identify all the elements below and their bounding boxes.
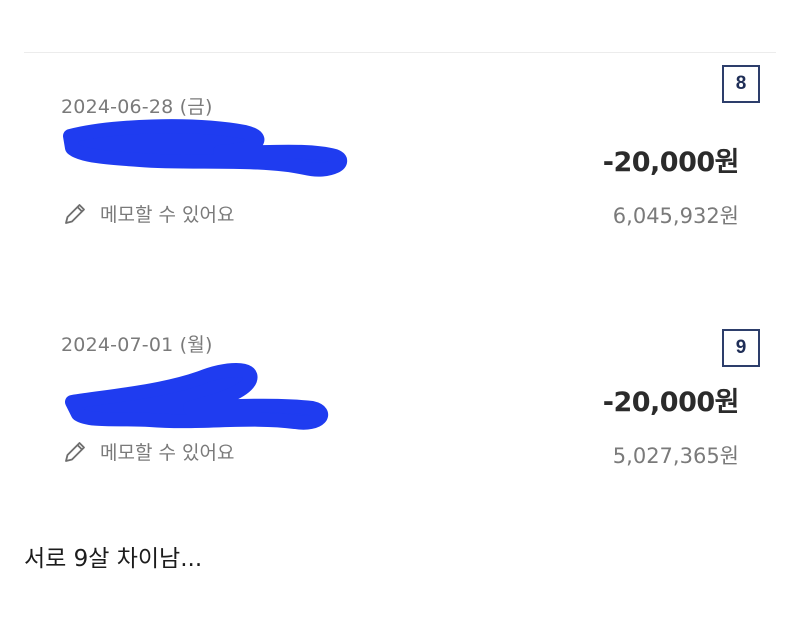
post-caption: 서로 9살 차이남... bbox=[24, 546, 203, 572]
transaction-history-screen: 2024-06-28 (금) -20,000원 메모할 수 있어요 6,045,… bbox=[0, 0, 800, 628]
memo-button[interactable]: 메모할 수 있어요 bbox=[62, 438, 234, 465]
transaction-item[interactable]: 2024-06-28 (금) -20,000원 메모할 수 있어요 6,045,… bbox=[40, 58, 760, 258]
transaction-date: 2024-07-01 (월) bbox=[61, 334, 213, 356]
memo-button[interactable]: 메모할 수 있어요 bbox=[62, 200, 234, 227]
memo-placeholder: 메모할 수 있어요 bbox=[100, 204, 235, 226]
pencil-icon bbox=[65, 441, 85, 462]
memo-placeholder: 메모할 수 있어요 bbox=[100, 442, 235, 464]
pencil-icon bbox=[65, 203, 85, 224]
transaction-amount: -20,000원 bbox=[602, 387, 740, 418]
transaction-date: 2024-06-28 (금) bbox=[61, 96, 213, 118]
transaction-balance: 5,027,365원 bbox=[612, 444, 739, 468]
transaction-balance: 6,045,932원 bbox=[612, 204, 739, 228]
index-badge: 9 bbox=[722, 329, 760, 367]
redacted-name-scribble bbox=[65, 363, 329, 430]
transaction-item[interactable]: 2024-07-01 (월) -20,000원 메모할 수 있어요 5,027,… bbox=[40, 298, 760, 498]
top-divider bbox=[24, 52, 776, 53]
redacted-name-scribble bbox=[63, 119, 348, 177]
index-badge: 8 bbox=[722, 65, 760, 103]
transaction-amount: -20,000원 bbox=[602, 147, 740, 178]
